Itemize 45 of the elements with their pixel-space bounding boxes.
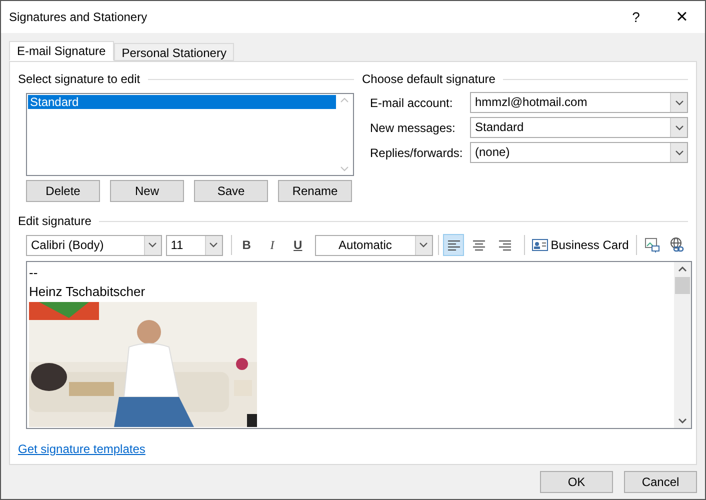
field-label: Replies/forwards:: [370, 144, 464, 162]
close-button[interactable]: ×: [659, 1, 705, 33]
help-button[interactable]: ?: [613, 1, 659, 33]
field-label: E-mail account:: [370, 94, 454, 112]
window-title: Signatures and Stationery: [9, 9, 148, 26]
dropdown-field[interactable]: (none): [470, 142, 688, 163]
picture-icon: [644, 237, 660, 253]
section-heading: Edit signature: [18, 213, 92, 230]
scroll-up-icon: [678, 266, 687, 272]
align-button[interactable]: [442, 234, 464, 256]
action-button[interactable]: Save: [194, 180, 268, 202]
font-dropdown[interactable]: Calibri (Body): [26, 234, 162, 256]
list-item[interactable]: Standard: [28, 95, 336, 109]
signature-editor[interactable]: -- Heinz Tschabitscher: [26, 261, 692, 429]
font-size-dropdown[interactable]: 11: [166, 234, 223, 256]
scroll-down-icon: [340, 166, 348, 172]
scrollbar[interactable]: [674, 262, 691, 428]
tab[interactable]: E-mail Signature: [9, 41, 114, 61]
contact-card-icon: [532, 239, 548, 251]
globe-link-icon: [669, 237, 686, 253]
templates-link[interactable]: Get signature templates: [18, 442, 146, 456]
dropdown-field[interactable]: Standard: [470, 117, 688, 138]
italic-button[interactable]: I: [261, 234, 284, 256]
color-dropdown[interactable]: Automatic: [314, 234, 433, 256]
dialog-button[interactable]: OK: [540, 471, 613, 493]
scroll-down-icon: [678, 418, 687, 424]
bold-button[interactable]: B: [236, 234, 258, 256]
business-card-button[interactable]: Business Card: [530, 234, 630, 256]
dialog-button[interactable]: Cancel: [624, 471, 697, 493]
scroll-up-icon: [340, 97, 348, 103]
signature-text: --: [29, 264, 39, 282]
align-left-icon: [446, 239, 461, 251]
section-heading: Choose default signature: [362, 71, 496, 88]
scroll-thumb[interactable]: [675, 277, 690, 294]
tab[interactable]: Personal Stationery: [114, 43, 234, 61]
section-heading: Select signature to edit: [18, 71, 140, 88]
action-button[interactable]: Delete: [26, 180, 100, 202]
align-right-icon: [498, 239, 512, 251]
dropdown-field[interactable]: hmmzl@hotmail.com: [470, 92, 688, 113]
field-label: New messages:: [370, 120, 456, 136]
action-button[interactable]: Rename: [278, 180, 352, 202]
align-center-icon: [472, 239, 486, 251]
signature-text: Heinz Tschabitscher: [29, 283, 146, 301]
action-button[interactable]: New: [110, 180, 184, 202]
underline-button[interactable]: U: [287, 234, 309, 256]
